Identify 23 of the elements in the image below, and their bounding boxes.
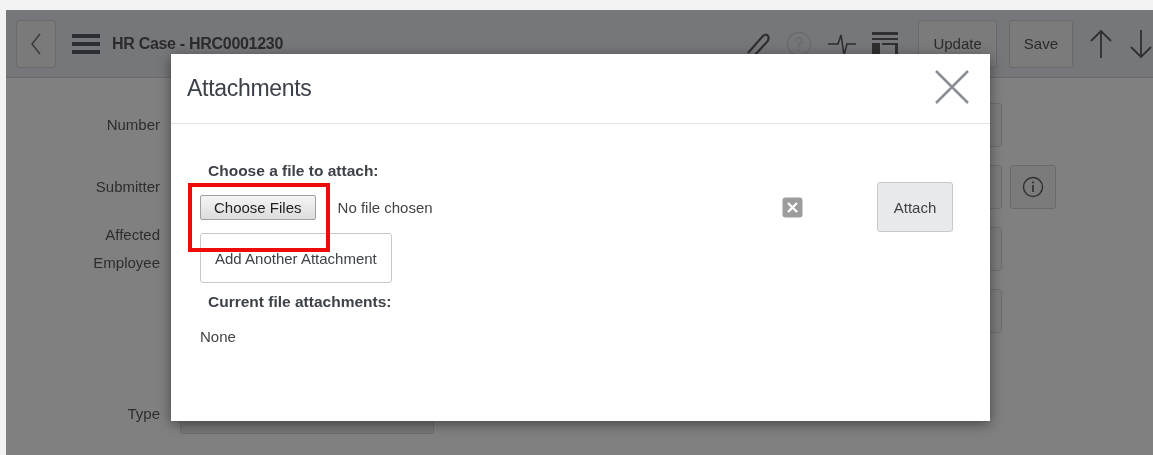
menu-icon[interactable]	[72, 32, 100, 55]
field-label: Affected Employee	[92, 225, 161, 273]
attach-button[interactable]: Attach	[877, 182, 953, 232]
help-icon[interactable]	[786, 30, 813, 57]
field-label: Type	[126, 404, 161, 424]
remove-icon[interactable]	[782, 196, 803, 218]
info-icon	[1022, 176, 1044, 198]
add-attachment-button[interactable]: Add Another Attachment	[200, 233, 392, 283]
section-heading: Choose a file to attach:	[208, 162, 380, 180]
file-status: No file chosen	[337, 198, 434, 216]
down-arrow-icon[interactable]	[1129, 28, 1153, 59]
form-layout-icon[interactable]	[872, 30, 899, 57]
section-heading: Current file attachments:	[208, 293, 393, 311]
field-label: Submitter	[94, 177, 161, 197]
dialog-title: Attachments	[187, 75, 313, 102]
attachment-list-value: None	[200, 328, 237, 345]
up-arrow-icon[interactable]	[1089, 28, 1113, 59]
info-button[interactable]	[1010, 165, 1056, 209]
chevron-left-icon	[30, 32, 42, 55]
close-icon	[934, 69, 970, 105]
page-title: HR Case - HRC0001230	[112, 34, 283, 53]
field-label: Number	[105, 115, 161, 135]
choose-files-button[interactable]: Choose Files	[200, 194, 316, 220]
